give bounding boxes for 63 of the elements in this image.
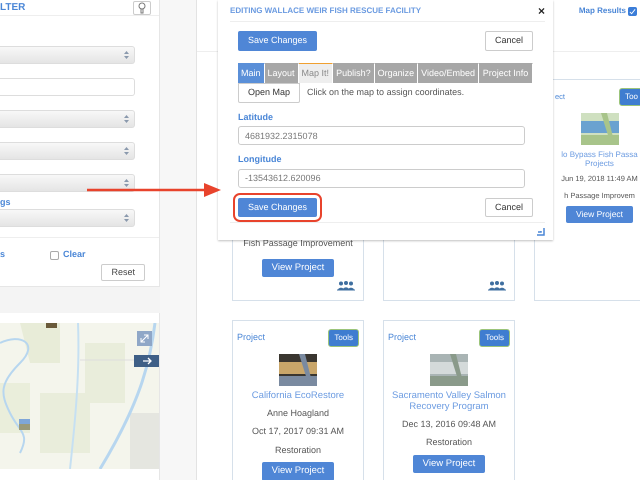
input-field[interactable]: -13543612.620096: [238, 168, 525, 188]
resize-icon: [139, 333, 150, 344]
save-button[interactable]: Save Changes: [238, 31, 318, 50]
tab[interactable]: Main: [238, 62, 265, 83]
help-button[interactable]: [133, 0, 151, 14]
option-link[interactable]: s: [0, 248, 6, 262]
date-text: Oct 17, 2017 09:31 AM: [252, 425, 344, 438]
tools-button[interactable]: Tools: [328, 329, 359, 347]
author-text: Anne Hoagland: [266, 406, 330, 420]
lightbulb-icon: [137, 2, 147, 14]
close-button[interactable]: ×: [538, 4, 545, 16]
clear-link[interactable]: Clear: [63, 248, 86, 262]
updown-icon: [123, 178, 130, 188]
updown-icon: [123, 50, 130, 60]
category-text: Restoration: [426, 436, 472, 450]
view-project-button[interactable]: View Project: [412, 454, 486, 474]
map-results-label: Map Results: [578, 5, 626, 17]
view-project-button[interactable]: View Project: [262, 258, 334, 277]
hint-text: Click on the map to assign coordinates.: [307, 86, 464, 99]
input-field[interactable]: [0, 78, 135, 96]
arrow-right-icon: [142, 357, 152, 365]
select-field[interactable]: [0, 46, 135, 64]
project-label: Project: [388, 331, 416, 344]
tab[interactable]: Video/Embed: [418, 62, 479, 83]
map-results-checkbox[interactable]: [628, 7, 637, 16]
tab[interactable]: Organize: [374, 62, 418, 83]
field-label: Longitude: [238, 153, 282, 166]
category-text: Restoration: [274, 444, 322, 457]
collapse-button[interactable]: [134, 355, 159, 367]
category-text: Fish Passage Improvement: [243, 237, 353, 250]
updown-icon: [123, 114, 130, 124]
select-field[interactable]: [0, 110, 135, 128]
field-label: gs: [0, 198, 12, 207]
select-field[interactable]: [0, 174, 135, 192]
project-title[interactable]: Sacramento Valley Salmon Recovery Program: [392, 391, 506, 413]
field-label: Latitude: [238, 110, 274, 124]
cancel-button[interactable]: Cancel: [484, 198, 533, 217]
tab[interactable]: Layout: [264, 62, 299, 83]
resize-handle-icon[interactable]: [537, 228, 545, 236]
project-title[interactable]: lo Bypass Fish Passa Projects: [561, 150, 638, 168]
save-button[interactable]: Save Changes: [238, 198, 318, 217]
project-title[interactable]: California EcoRestore: [252, 391, 344, 402]
input-field[interactable]: 4681932.2315078: [238, 126, 525, 145]
dialog-title: EDITING WALLACE WEIR FISH RESCUE FACILITY: [230, 4, 422, 16]
select-field[interactable]: [0, 142, 135, 160]
clear-checkbox[interactable]: [50, 251, 60, 260]
updown-icon: [123, 213, 130, 223]
panel-title: LTER: [0, 2, 26, 12]
date-text: Dec 13, 2016 09:48 AM: [402, 418, 496, 431]
tab[interactable]: Project Info: [479, 62, 533, 83]
view-project-button[interactable]: View Project: [262, 462, 334, 480]
select-field[interactable]: [0, 209, 135, 227]
tab[interactable]: Publish?: [333, 62, 375, 83]
updown-icon: [123, 146, 130, 156]
tools-button[interactable]: Tools: [479, 329, 510, 347]
tab[interactable]: Map It!: [298, 62, 334, 83]
view-project-button[interactable]: View Project: [566, 206, 634, 223]
open-map-button[interactable]: Open Map: [238, 83, 300, 102]
expand-button[interactable]: [137, 331, 152, 346]
reset-button[interactable]: Reset: [101, 264, 145, 281]
cancel-button[interactable]: Cancel: [484, 31, 533, 50]
project-label: Project: [237, 331, 266, 344]
tools-button[interactable]: Too: [619, 88, 640, 106]
